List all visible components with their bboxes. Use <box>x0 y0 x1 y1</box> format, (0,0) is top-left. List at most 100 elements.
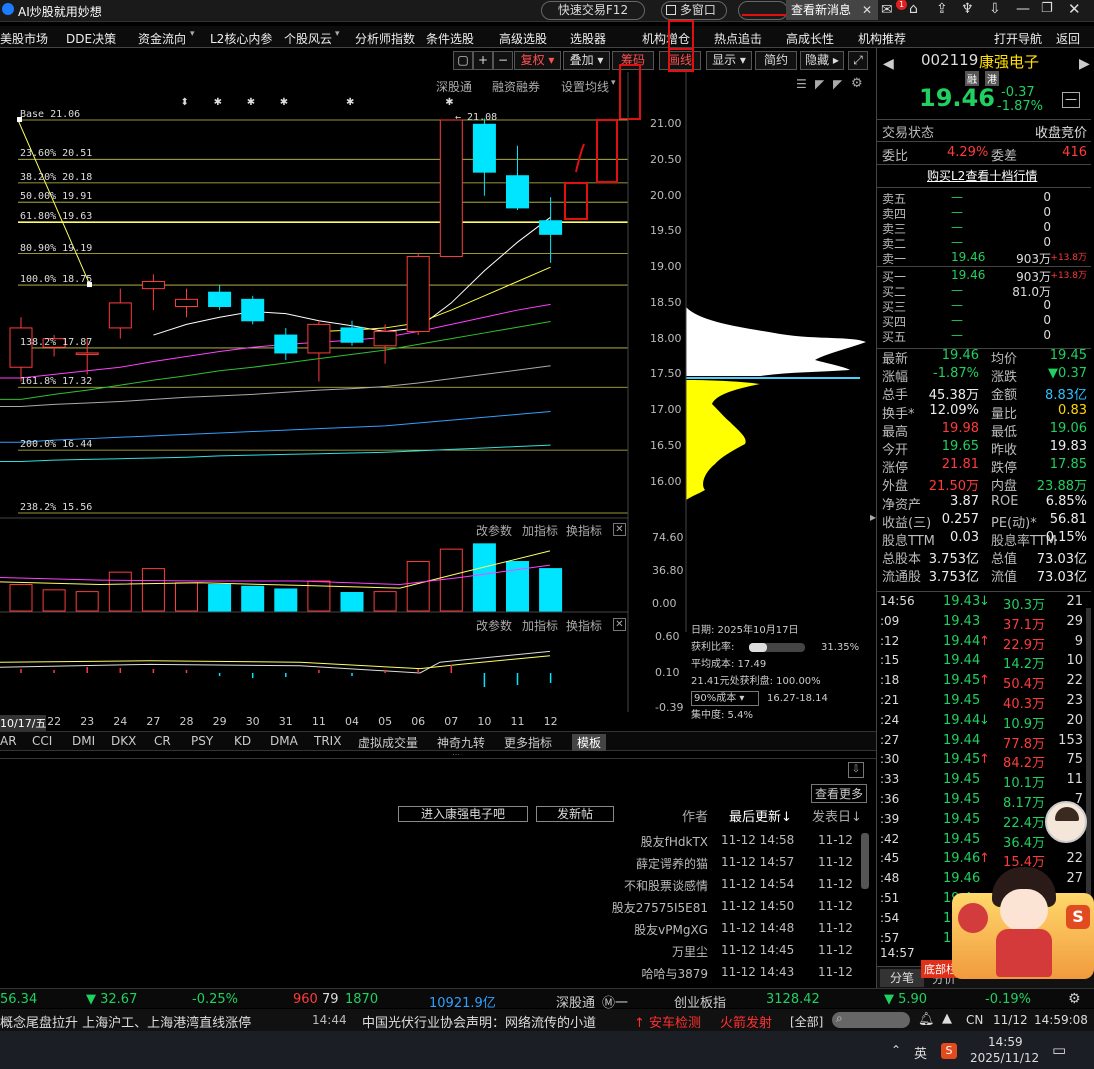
close-panel-icon[interactable]: ✕ <box>613 618 626 631</box>
tab-virtual-volume[interactable]: 虚拟成交量 <box>358 734 418 751</box>
menu-item[interactable]: 打开导航 <box>994 30 1042 47</box>
candle-body[interactable] <box>108 302 132 329</box>
diejia-button[interactable]: 叠加 ▾ <box>563 51 610 70</box>
post-author[interactable]: 股友fHdkTX <box>641 833 708 853</box>
prev-stock-icon[interactable]: ◀ <box>883 56 894 72</box>
jianyue-button[interactable]: 简约 <box>755 51 797 70</box>
col-updated[interactable]: 最后更新↓ <box>729 806 792 825</box>
download-icon[interactable]: ⇩ <box>848 762 864 778</box>
fuquan-button[interactable]: 复权 ▾ <box>514 51 561 70</box>
assistant-avatar[interactable] <box>1045 801 1087 843</box>
tab-fenbi[interactable]: 分笔 <box>880 969 924 987</box>
news-alert-2[interactable]: 火箭发射 <box>720 1012 772 1031</box>
candle-body[interactable] <box>75 352 99 355</box>
menu-item[interactable]: 高级选股 <box>499 30 547 47</box>
close-panel-icon[interactable]: ✕ <box>613 523 626 536</box>
post-author[interactable]: 万里尘 <box>672 943 708 963</box>
collapse-quote-button[interactable]: — <box>1062 92 1080 108</box>
settings-icon[interactable]: ⇩ <box>989 1 1001 17</box>
frame-button[interactable]: ▢ <box>453 51 473 70</box>
candle-body[interactable] <box>373 331 397 347</box>
forum-scrollbar[interactable] <box>861 833 869 889</box>
candle-body[interactable] <box>406 255 430 333</box>
menu-item[interactable]: 分析师指数 <box>355 30 415 47</box>
tab-more-indicators[interactable]: 更多指标 <box>504 734 552 751</box>
news-headline[interactable]: 中国光伏行业协会声明：网络流传的小道 <box>362 1012 632 1031</box>
menu-item[interactable]: 条件选股 <box>426 30 474 47</box>
post-author[interactable]: 薛定谔养的猫 <box>636 855 708 875</box>
bell-icon[interactable]: 🔔︎ <box>918 1012 935 1027</box>
menu-item[interactable]: 返回 <box>1056 30 1080 47</box>
new-post-button[interactable]: 发新帖 <box>536 806 614 822</box>
enter-forum-button[interactable]: 进入康强电子吧 <box>398 806 528 822</box>
tab-nine-turn[interactable]: 神奇九转 <box>437 734 485 751</box>
jia-zhibiao-link[interactable]: 加指标 <box>522 617 558 634</box>
menu-item[interactable]: L2核心内参 <box>210 30 272 47</box>
zoom-out-button[interactable]: − <box>493 51 513 70</box>
fullscreen-icon[interactable]: ⤢ <box>848 51 868 70</box>
post-author[interactable]: 股友vPMgXG <box>634 921 708 941</box>
tab-kd[interactable]: KD <box>234 734 251 748</box>
search-input[interactable]: ⌕ <box>832 1011 910 1028</box>
quick-trade-button[interactable]: 快速交易F12 <box>541 1 645 20</box>
gai-canshu-link[interactable]: 改参数 <box>476 522 512 539</box>
notification-icon[interactable]: ▭ <box>1052 1041 1066 1059</box>
cost-select[interactable]: 90%成本 ▾ <box>691 691 759 706</box>
tab-trix[interactable]: TRIX <box>314 734 341 748</box>
zoom-in-button[interactable]: + <box>473 51 493 70</box>
huan-zhibiao-link[interactable]: 换指标 <box>566 522 602 539</box>
menu-item[interactable]: 美股市场 <box>0 30 48 47</box>
custom-button[interactable] <box>738 1 788 20</box>
post-author[interactable]: 不和股票谈感情 <box>624 877 708 897</box>
tab-psy[interactable]: PSY <box>191 734 213 748</box>
tab-dma[interactable]: DMA <box>270 734 298 748</box>
huan-zhibiao-link[interactable]: 换指标 <box>566 617 602 634</box>
news-left[interactable]: 概念尾盘拉升 上海沪工、上海港湾直线涨停 <box>0 1012 251 1031</box>
candle-body[interactable] <box>274 334 298 354</box>
post-author[interactable]: 哈哈与3879 <box>641 965 708 985</box>
col-author[interactable]: 作者 <box>682 806 708 825</box>
taskbar-date[interactable]: 2025/11/12 <box>970 1051 1039 1065</box>
ime-indicator[interactable]: 英 <box>914 1043 927 1062</box>
gear-icon[interactable]: ⚙ <box>1068 991 1081 1007</box>
tab-dkx[interactable]: DKX <box>111 734 136 748</box>
close-icon[interactable]: ✕ <box>1068 0 1081 18</box>
menu-item[interactable]: 资金流向 <box>138 30 186 47</box>
candle-body[interactable] <box>439 119 463 257</box>
candle-body[interactable] <box>340 327 364 343</box>
candle-body[interactable] <box>208 291 232 307</box>
menu-item[interactable]: 选股器 <box>570 30 606 47</box>
home-icon[interactable]: ⌂ <box>909 1 918 17</box>
tab-template[interactable]: 模板 <box>572 734 607 751</box>
menu-item[interactable]: 个股风云 <box>284 30 332 47</box>
yincang-button[interactable]: 隐藏 ▸ <box>800 51 844 70</box>
restore-icon[interactable]: ❐ <box>1041 1 1053 16</box>
mascot-ad[interactable]: S <box>952 867 1094 982</box>
taskbar-time[interactable]: 14:59 <box>988 1035 1023 1049</box>
next-stock-icon[interactable]: ▶ <box>1079 56 1090 72</box>
upload-icon[interactable]: ⇪ <box>936 1 948 17</box>
news-alert-1[interactable]: ↑ 安车检测 <box>634 1012 701 1031</box>
col-posted[interactable]: 发表日↓ <box>812 806 862 825</box>
gai-canshu-link[interactable]: 改参数 <box>476 617 512 634</box>
news-all[interactable]: [全部] <box>790 1013 823 1030</box>
jia-zhibiao-link[interactable]: 加指标 <box>522 522 558 539</box>
menu-item[interactable]: 热点追击 <box>714 30 762 47</box>
post-author[interactable]: 股友27575I5E81 <box>612 899 708 919</box>
shirt-icon[interactable]: ♆ <box>961 1 974 17</box>
close-news-icon[interactable]: ✕ <box>862 0 872 20</box>
menu-item[interactable]: 机构推荐 <box>858 30 906 47</box>
candle-body[interactable] <box>539 220 563 235</box>
tab-ar[interactable]: AR <box>0 734 17 748</box>
check-more-button[interactable]: 查看更多 <box>811 784 868 803</box>
menu-item[interactable]: 高成长性 <box>786 30 834 47</box>
tray-chevron-icon[interactable]: ⌃ <box>891 1043 901 1057</box>
multi-window-button[interactable]: 多窗口 <box>661 1 727 20</box>
tab-cci[interactable]: CCI <box>32 734 52 748</box>
sogou-icon[interactable]: S <box>941 1043 957 1059</box>
minimize-icon[interactable]: — <box>1016 1 1030 17</box>
kline-chart[interactable] <box>0 72 876 712</box>
menu-item[interactable]: DDE决策 <box>66 30 116 47</box>
candle-body[interactable] <box>307 323 331 354</box>
buy-l2-link[interactable]: 购买L2查看十档行情 <box>927 167 1037 184</box>
